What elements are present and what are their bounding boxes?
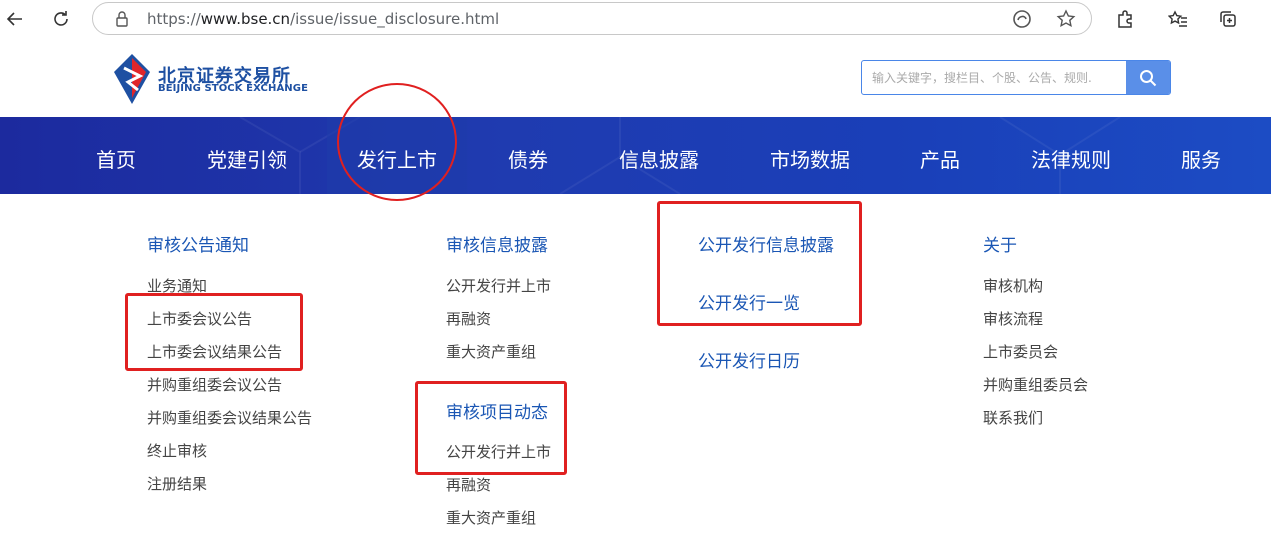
- search-input[interactable]: [862, 61, 1127, 94]
- annotation-circle-nav: [337, 83, 457, 201]
- reload-button[interactable]: [48, 6, 74, 32]
- nav-item-disclosure[interactable]: 信息披露: [619, 144, 699, 173]
- back-button[interactable]: [2, 6, 28, 32]
- nav-item-rules[interactable]: 法律规则: [1031, 144, 1111, 173]
- reload-icon: [54, 11, 68, 26]
- search-button[interactable]: [1126, 61, 1170, 94]
- nav-item-bonds[interactable]: 债券: [508, 144, 548, 173]
- menu-link-listing-committee[interactable]: 上市委员会: [983, 341, 1058, 362]
- favorites-list-icon: [1168, 10, 1187, 27]
- puzzle-icon: [1118, 10, 1132, 28]
- back-arrow-icon: [6, 12, 22, 26]
- url-text[interactable]: https://www.bse.cn/issue/issue_disclosur…: [147, 10, 499, 28]
- menu-link-contact-us[interactable]: 联系我们: [983, 407, 1043, 428]
- favorites-button[interactable]: [1165, 6, 1191, 32]
- annotation-box-public-offering: [657, 201, 862, 326]
- lock-icon[interactable]: [113, 10, 131, 28]
- favorite-star-icon[interactable]: [1055, 8, 1077, 30]
- menu-link-status-refinancing[interactable]: 再融资: [446, 474, 491, 495]
- annotation-box-listing-committee: [125, 293, 303, 371]
- menu-link-mna-committee-meeting[interactable]: 并购重组委会议公告: [147, 374, 282, 395]
- menu-title-review-notices[interactable]: 审核公告通知: [147, 231, 249, 256]
- menu-link-review-process[interactable]: 审核流程: [983, 308, 1043, 329]
- bse-logo-mark-icon: [114, 54, 150, 104]
- menu-link-mna-committee[interactable]: 并购重组委员会: [983, 374, 1088, 395]
- address-bar[interactable]: https://www.bse.cn/issue/issue_disclosur…: [92, 2, 1092, 35]
- logo-english-name: BEIJING STOCK EXCHANGE: [158, 83, 309, 94]
- collections-button[interactable]: [1215, 6, 1241, 32]
- site-search: [861, 60, 1171, 95]
- url-scheme: https://: [147, 10, 201, 28]
- nav-item-market-data[interactable]: 市场数据: [770, 144, 850, 173]
- url-path: /issue/issue_disclosure.html: [290, 10, 500, 28]
- nav-item-party-building[interactable]: 党建引领: [207, 144, 287, 173]
- menu-link-terminated-review[interactable]: 终止审核: [147, 440, 207, 461]
- menu-link-mna-committee-result[interactable]: 并购重组委会议结果公告: [147, 407, 312, 428]
- main-nav: 首页 党建引领 发行上市 债券 信息披露 市场数据 产品 法律规则 服务: [0, 117, 1271, 194]
- nav-item-home[interactable]: 首页: [96, 144, 136, 173]
- menu-link-status-major-restructuring[interactable]: 重大资产重组: [446, 507, 536, 528]
- nav-item-products[interactable]: 产品: [920, 144, 960, 173]
- menu-title-about[interactable]: 关于: [983, 231, 1017, 256]
- url-host: www.bse.cn: [200, 10, 291, 28]
- menu-link-public-offering-listing[interactable]: 公开发行并上市: [446, 275, 551, 296]
- menu-link-major-restructuring[interactable]: 重大资产重组: [446, 341, 536, 362]
- edge-reading-icon[interactable]: [1011, 8, 1033, 30]
- menu-link-registration-result[interactable]: 注册结果: [147, 473, 207, 494]
- bse-logo[interactable]: 北京证券交易所 BEIJING STOCK EXCHANGE: [110, 52, 310, 108]
- menu-title-review-disclosure[interactable]: 审核信息披露: [446, 231, 548, 256]
- menu-title-public-offering-calendar[interactable]: 公开发行日历: [698, 347, 800, 372]
- menu-link-review-institution[interactable]: 审核机构: [983, 275, 1043, 296]
- browser-toolbar: https://www.bse.cn/issue/issue_disclosur…: [0, 0, 1271, 38]
- search-icon: [1140, 69, 1157, 86]
- extensions-button[interactable]: [1112, 6, 1138, 32]
- menu-link-refinancing[interactable]: 再融资: [446, 308, 491, 329]
- annotation-box-project-status: [415, 381, 567, 475]
- collections-icon: [1220, 11, 1236, 27]
- nav-item-services[interactable]: 服务: [1181, 144, 1221, 173]
